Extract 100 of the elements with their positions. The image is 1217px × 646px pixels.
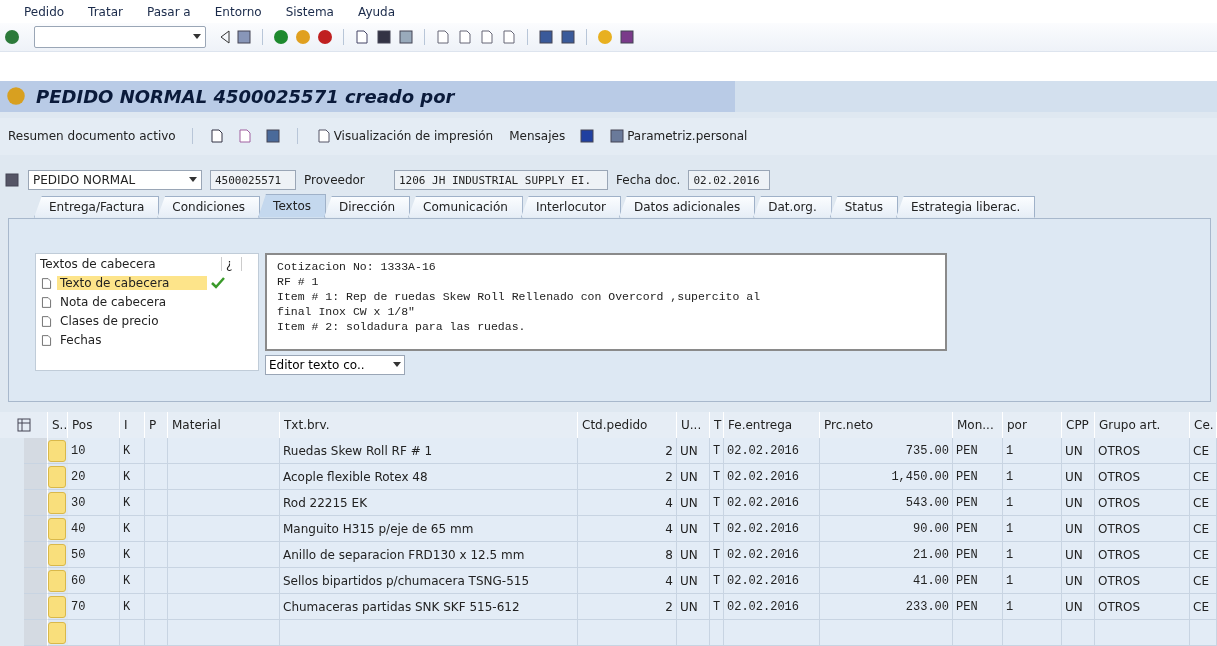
editor-mode-dropdown[interactable]: Editor texto co.. [265, 354, 405, 375]
column-header[interactable]: I [120, 412, 145, 438]
page-icon[interactable] [479, 29, 495, 46]
table-cell: 2 [578, 594, 677, 620]
document-icon[interactable] [40, 295, 53, 309]
table-cell: PEN [953, 568, 1003, 594]
tree-header: ¿ [222, 256, 242, 271]
table-cell: PEN [953, 490, 1003, 516]
table-cell: 4 [578, 490, 677, 516]
table-cell [953, 620, 1003, 646]
table-cell [677, 620, 710, 646]
tab[interactable]: Dirección [324, 195, 411, 218]
table-cell: CE [1190, 516, 1217, 542]
column-header[interactable]: U... [677, 412, 710, 438]
menu-item[interactable]: Ayuda [358, 4, 396, 19]
tab[interactable]: Datos adicionales [618, 195, 756, 218]
column-header[interactable]: S.. [48, 412, 68, 438]
table-cell: PEN [953, 516, 1003, 542]
menu-item[interactable]: Sistema [285, 4, 334, 19]
page-icon[interactable] [435, 29, 451, 46]
table-cell: T [710, 464, 724, 490]
editor-line: Cotizacion No: 1333A-16 [277, 258, 437, 274]
messages-button[interactable]: Mensajes [507, 127, 568, 146]
menu-item[interactable]: Pedido [24, 4, 65, 19]
tab[interactable]: Status [829, 195, 898, 218]
table-cell: OTROS [1095, 542, 1190, 568]
table-cell [145, 516, 168, 542]
tab[interactable]: Dat.org. [753, 195, 832, 218]
column-header[interactable]: Fe.entrega [724, 412, 820, 438]
table-cell: OTROS [1095, 568, 1190, 594]
tree-item[interactable]: Texto de cabecera [57, 276, 207, 291]
date-label: Fecha doc. [616, 173, 681, 188]
table-cell: 02.02.2016 [724, 542, 820, 568]
tab[interactable]: Condiciones [157, 195, 261, 218]
column-header[interactable]: Mon... [953, 412, 1003, 438]
status-icon [48, 491, 66, 514]
table-cell: Sellos bipartidos p/chumacera TSNG-515 [280, 568, 578, 594]
table-cell: Anillo de separacion FRD130 x 12.5 mm [280, 542, 578, 568]
table-cell: 4 [578, 568, 677, 594]
tab[interactable]: Interlocutor [520, 195, 621, 218]
dropdown-caret-icon[interactable] [393, 361, 401, 368]
table-cell [1062, 620, 1095, 646]
tab[interactable]: Comunicación [408, 195, 523, 218]
column-header[interactable]: Pos [68, 412, 120, 438]
table-cell: 1,450.00 [820, 464, 953, 490]
document-type-dropdown[interactable]: PEDIDO NORMAL [28, 170, 202, 191]
column-header[interactable]: Txt.brv. [280, 412, 578, 438]
table-cell [710, 620, 724, 646]
document-icon[interactable] [40, 314, 53, 328]
table-cell: 1 [1003, 516, 1062, 542]
table-cell: CE [1190, 490, 1217, 516]
command-field[interactable] [34, 26, 206, 49]
toolbar-label: Resumen documento activo [8, 129, 176, 144]
table-cell: CE [1190, 568, 1217, 594]
column-header[interactable]: Grupo art. [1095, 412, 1190, 438]
column-header[interactable]: Material [168, 412, 280, 438]
dropdown-caret-icon[interactable] [193, 34, 201, 41]
tab[interactable]: Entrega/Factura [34, 195, 160, 218]
menu-item[interactable]: Entorno [214, 4, 262, 19]
tree-item[interactable]: Clases de precio [57, 314, 207, 329]
table-cell: OTROS [1095, 464, 1190, 490]
column-header[interactable]: Ce. [1190, 412, 1217, 438]
text-editor[interactable]: Cotizacion No: 1333A-16 RF # 1 Item # 1: Rep de ruedas Skew Roll Rellenado con Overcord ,supercito al final Inox CW x 1/8" Item # 2: soldadura para las ruedas. [265, 252, 947, 351]
table-cell: 02.02.2016 [724, 438, 820, 464]
column-header[interactable]: T [710, 412, 724, 438]
menu-item[interactable]: Tratar [88, 4, 123, 19]
tree-item[interactable]: Fechas [57, 333, 207, 348]
menu-item[interactable]: Pasar a [146, 4, 191, 19]
column-header[interactable]: P [145, 412, 168, 438]
table-cell: Rod 22215 EK [280, 490, 578, 516]
print-preview-button[interactable]: Visualización de impresión [313, 126, 496, 147]
triangle-left-icon[interactable] [220, 30, 230, 45]
dropdown-caret-icon[interactable] [189, 177, 197, 184]
document-icon[interactable] [208, 128, 225, 145]
tree-item[interactable]: Nota de cabecera [57, 295, 207, 310]
column-header[interactable]: Prc.neto [820, 412, 953, 438]
table-cell: T [710, 594, 724, 620]
table-cell: K [120, 464, 145, 490]
tab[interactable]: Textos [258, 193, 326, 218]
table-cell: CE [1190, 438, 1217, 464]
table-cell: 50 [68, 542, 120, 568]
column-header[interactable]: Ctd.pedido [578, 412, 677, 438]
document-icon[interactable] [40, 276, 53, 290]
personal-settings-button[interactable]: Parametriz.personal [607, 126, 750, 147]
table-cell: 02.02.2016 [724, 490, 820, 516]
tab[interactable]: Estrategia liberac. [896, 195, 1036, 218]
table-cell: 02.02.2016 [724, 464, 820, 490]
table-cell: T [710, 490, 724, 516]
document-icon[interactable] [40, 333, 53, 347]
table-cell [145, 542, 168, 568]
column-header[interactable]: por [1003, 412, 1062, 438]
table-cell: 8 [578, 542, 677, 568]
table-cell: 90.00 [820, 516, 953, 542]
page-icon[interactable] [501, 29, 517, 46]
table-cell: UN [677, 516, 710, 542]
table-cell: 60 [68, 568, 120, 594]
table-cell: Ruedas Skew Roll RF # 1 [280, 438, 578, 464]
page-icon[interactable] [457, 29, 473, 46]
column-header[interactable]: CPP [1062, 412, 1095, 438]
table-cell: 543.00 [820, 490, 953, 516]
